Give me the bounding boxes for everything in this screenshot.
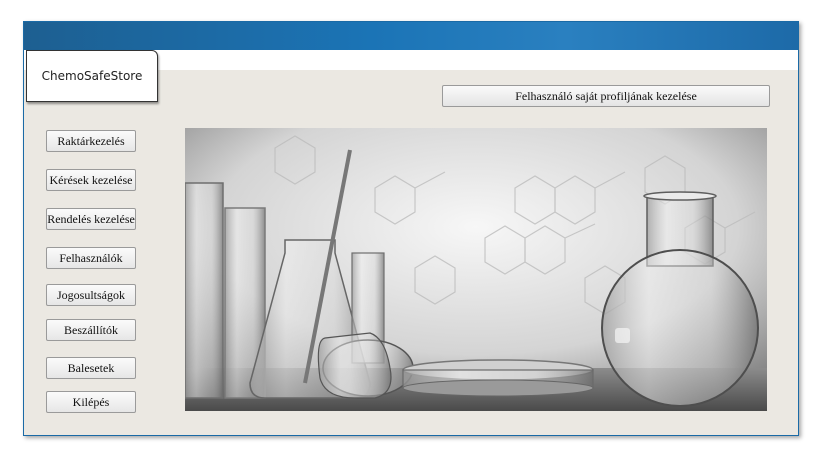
manage-profile-button[interactable]: Felhasználó saját profiljának kezelése [442,85,770,107]
manage-profile-label: Felhasználó saját profiljának kezelése [515,88,697,103]
nav-permissions-button[interactable]: Jogosultságok [46,284,136,306]
nav-exit-label: Kilépés [72,394,110,409]
nav-suppliers-button[interactable]: Beszállítók [46,319,136,341]
nav-accidents-button[interactable]: Balesetek [46,357,136,379]
nav-orders-label: Rendelés kezelése [47,211,135,226]
nav-orders-button[interactable]: Rendelés kezelése [46,208,136,230]
app-logo: ChemoSafeStore [26,50,158,102]
nav-warehouse-label: Raktárkezelés [57,133,125,148]
nav-exit-button[interactable]: Kilépés [46,391,136,413]
nav-requests-button[interactable]: Kérések kezelése [46,169,136,191]
nav-permissions-label: Jogosultságok [56,287,125,302]
nav-requests-label: Kérések kezelése [49,172,133,187]
title-bar[interactable] [24,22,798,50]
nav-accidents-label: Balesetek [67,360,115,375]
nav-users-button[interactable]: Felhasználók [46,247,136,269]
nav-suppliers-label: Beszállítók [64,322,118,337]
main-window: ChemoSafeStore Felhasználó saját profilj… [23,21,799,436]
nav-warehouse-button[interactable]: Raktárkezelés [46,130,136,152]
lab-glassware-image [185,128,767,411]
nav-users-label: Felhasználók [59,250,123,265]
app-logo-text: ChemoSafeStore [41,69,143,83]
